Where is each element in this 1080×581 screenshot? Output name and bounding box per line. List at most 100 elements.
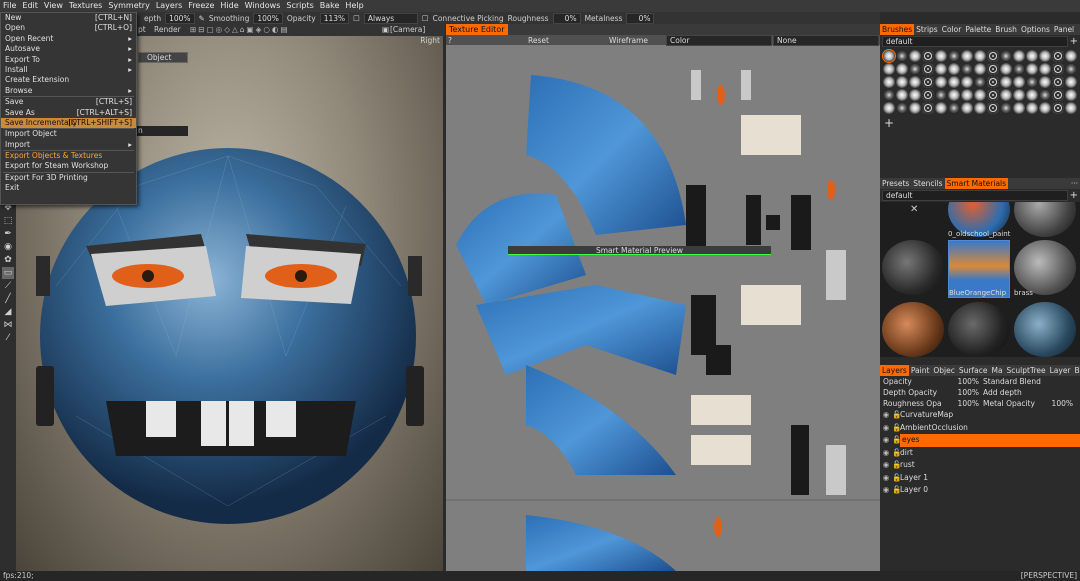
file-menu-item[interactable]: Autosave ▸ <box>1 44 136 54</box>
brush-alpha-icon[interactable] <box>883 63 895 75</box>
file-menu-item[interactable]: Save As [CTRL+ALT+S] <box>1 108 136 118</box>
brush-alpha-icon[interactable] <box>935 63 947 75</box>
eye-icon[interactable]: ◉ <box>880 484 892 497</box>
lock-icon[interactable]: 🔓 <box>892 409 901 422</box>
material-dark-metal[interactable] <box>882 240 944 295</box>
menu-file[interactable]: File <box>0 0 19 12</box>
layer-row[interactable]: ◉ 🔓 Layer 1 <box>880 472 1080 485</box>
file-menu-item[interactable]: New [CTRL+N] <box>1 13 136 23</box>
connective-checkbox-icon[interactable]: ☐ <box>422 14 429 23</box>
brush-alpha-icon[interactable] <box>1000 102 1012 114</box>
brush-alpha-icon[interactable] <box>935 76 947 88</box>
brush-alpha-icon[interactable] <box>909 89 921 101</box>
layer-row[interactable]: ◉ 🔓 eyes <box>880 434 1080 447</box>
brush-alpha-icon[interactable] <box>1039 102 1051 114</box>
brush-alpha-icon[interactable] <box>883 89 895 101</box>
tab-surface[interactable]: Surface <box>957 365 990 376</box>
menu-freeze[interactable]: Freeze <box>185 0 217 12</box>
metalness-value[interactable]: 0% <box>626 12 655 24</box>
brush-alpha-icon[interactable] <box>1026 50 1038 62</box>
brush-alpha-icon[interactable] <box>922 76 934 88</box>
brush-alpha-icon[interactable] <box>935 89 947 101</box>
brush-alpha-icon[interactable] <box>896 102 908 114</box>
brush-alpha-icon[interactable] <box>1013 50 1025 62</box>
checkbox-icon[interactable]: ☐ <box>353 14 360 23</box>
brush-alpha-icon[interactable] <box>909 50 921 62</box>
metal-opacity-value[interactable]: 100% <box>1049 398 1073 409</box>
file-menu-item[interactable]: Export for Steam Workshop <box>1 161 136 171</box>
menu-symmetry[interactable]: Symmetry <box>105 0 152 12</box>
camera-icon[interactable]: ▣ <box>382 25 389 34</box>
brush-alpha-icon[interactable] <box>987 89 999 101</box>
brush-alpha-icon[interactable] <box>1013 102 1025 114</box>
brush-alpha-icon[interactable] <box>883 102 895 114</box>
eye-icon[interactable]: ◉ <box>880 422 892 435</box>
brush-alpha-icon[interactable] <box>1065 89 1077 101</box>
brush-alpha-icon[interactable] <box>1065 63 1077 75</box>
menu-textures[interactable]: Textures <box>66 0 105 12</box>
uv-texture-map[interactable] <box>446 45 880 571</box>
brush-alpha-icon[interactable] <box>974 102 986 114</box>
opacity-value[interactable]: 113% <box>319 12 350 24</box>
file-menu-item[interactable]: Import Object <box>1 129 136 139</box>
file-menu-item[interactable]: Save [CTRL+S] <box>1 97 136 107</box>
brush-alpha-icon[interactable] <box>1039 89 1051 101</box>
brush-alpha-icon[interactable] <box>896 50 908 62</box>
file-menu-item[interactable]: Install ▸ <box>1 65 136 75</box>
brush-alpha-icon[interactable] <box>948 89 960 101</box>
brush-alpha-icon[interactable] <box>922 89 934 101</box>
brush-alpha-icon[interactable] <box>1000 50 1012 62</box>
roughness-value[interactable]: 0% <box>552 12 581 24</box>
brush-alpha-icon[interactable] <box>896 89 908 101</box>
file-menu-item[interactable]: Open [CTRL+O] <box>1 23 136 33</box>
brush-alpha-icon[interactable] <box>948 63 960 75</box>
material-dark[interactable] <box>948 302 1010 357</box>
brush-alpha-icon[interactable] <box>1065 102 1077 114</box>
brush-alpha-icon[interactable] <box>1065 50 1077 62</box>
menu-help[interactable]: Help <box>342 0 366 12</box>
line-tool-icon[interactable]: ╱ <box>2 293 14 305</box>
symmetry-tool-icon[interactable]: ⋈ <box>2 319 14 331</box>
brush-alpha-icon[interactable] <box>987 102 999 114</box>
menu-edit[interactable]: Edit <box>19 0 41 12</box>
file-menu-item[interactable]: Open Recent ▸ <box>1 34 136 44</box>
tab-sculpttree[interactable]: SculptTree <box>1005 365 1048 376</box>
menu-windows[interactable]: Windows <box>242 0 284 12</box>
material-brass[interactable] <box>1014 240 1076 295</box>
tab-options[interactable]: Options <box>1019 24 1052 35</box>
eye-icon[interactable]: ◉ <box>880 434 892 447</box>
blend-mode-select[interactable]: Standard Blend <box>979 376 1041 387</box>
add-brush-icon[interactable]: + <box>880 116 1080 130</box>
brush-tool-icon[interactable]: ⁄ <box>2 332 14 344</box>
brush-alpha-icon[interactable] <box>883 76 895 88</box>
brush-alpha-icon[interactable] <box>961 76 973 88</box>
file-menu-item[interactable]: Save Incrementally [CTRL+SHIFT+S] <box>1 117 136 129</box>
pt-label[interactable]: pt <box>138 25 146 34</box>
fill-tool-icon[interactable]: ◢ <box>2 306 14 318</box>
layer-row[interactable]: ◉ 🔓 CurvatureMap <box>880 409 1080 422</box>
opacity-row[interactable]: Opacity 100% Standard Blend <box>880 376 1080 387</box>
lock-icon[interactable]: 🔓 <box>892 484 901 497</box>
connective-picking-label[interactable]: Connective Picking <box>433 14 504 23</box>
brush-alpha-icon[interactable] <box>909 102 921 114</box>
flower-tool-icon[interactable]: ✿ <box>2 254 14 266</box>
presets-add-icon[interactable]: + <box>1070 190 1078 201</box>
brush-alpha-icon[interactable] <box>1026 102 1038 114</box>
lock-icon[interactable]: 🔓 <box>892 434 901 447</box>
menu-bake[interactable]: Bake <box>317 0 343 12</box>
brush-alpha-icon[interactable] <box>974 76 986 88</box>
reset-button[interactable]: Reset <box>486 36 591 45</box>
brush-alpha-icon[interactable] <box>948 76 960 88</box>
brush-alpha-icon[interactable] <box>961 63 973 75</box>
file-menu-item[interactable]: Import ▸ <box>1 140 136 150</box>
tab-brushes[interactable]: Brushes <box>880 24 915 35</box>
eraser-tool-icon[interactable]: ▭ <box>2 267 14 279</box>
tab-presets[interactable]: Presets <box>880 178 911 189</box>
brush-alpha-icon[interactable] <box>1000 63 1012 75</box>
brush-alpha-icon[interactable] <box>974 63 986 75</box>
depth-mode-select[interactable]: Add depth <box>979 387 1022 398</box>
material-copper[interactable] <box>882 302 944 357</box>
tab-color[interactable]: Color <box>940 24 964 35</box>
eye-icon[interactable]: ◉ <box>880 472 892 485</box>
file-menu-item[interactable]: Export To ▸ <box>1 55 136 65</box>
